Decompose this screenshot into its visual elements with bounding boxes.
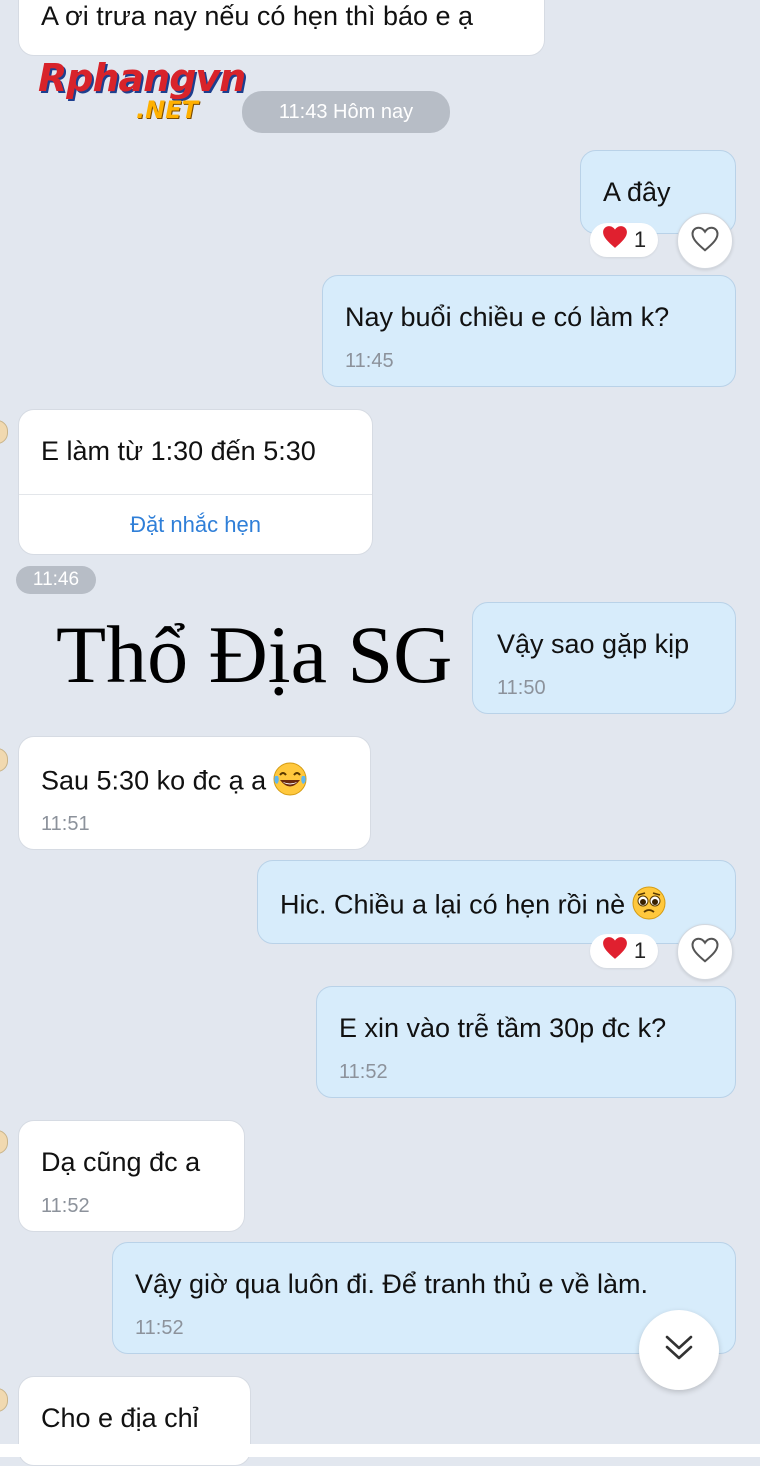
input-bar-edge [0,1444,760,1457]
message-text: Vậy giờ qua luôn đi. Để tranh thủ e về l… [135,1269,648,1299]
message-bubble-outgoing[interactable]: Nay buổi chiều e có làm k? 11:45 [322,275,736,387]
reaction-count: 1 [633,938,647,963]
like-button[interactable] [677,924,733,980]
avatar[interactable] [0,1388,8,1412]
like-button[interactable] [677,213,733,269]
message-text: Hic. Chiều a lại có hẹn rồi nè [280,885,667,928]
message-bubble-incoming[interactable]: Dạ cũng đc a 11:52 [18,1120,245,1232]
message-text: Sau 5:30 ko đc ạ a [41,761,308,804]
message-bubble-incoming[interactable]: Sau 5:30 ko đc ạ a 11:51 [18,736,371,850]
double-chevron-down-icon [663,1333,695,1368]
message-bubble-outgoing[interactable]: Hic. Chiều a lại có hẹn rồi nè [257,860,736,944]
reaction-count: 1 [633,227,647,252]
message-time: 11:50 [497,677,546,699]
heart-outline-icon [690,225,720,258]
message-bubble-outgoing[interactable]: Vậy sao gặp kịp 11:50 [472,602,736,714]
laughing-tears-emoji-icon [272,761,308,804]
message-text: Cho e địa chỉ [41,1403,199,1433]
message-text: A ơi trưa nay nếu có hẹn thì báo e ạ [41,1,474,31]
bubble-divider [19,494,372,495]
message-bubble-incoming[interactable]: E làm từ 1:30 đến 5:30 Đặt nhắc hẹn [18,409,373,555]
heart-outline-icon [690,936,720,969]
date-divider: 11:43 Hôm nay [242,91,450,133]
scroll-to-bottom-button[interactable] [639,1310,719,1390]
message-bubble-outgoing[interactable]: E xin vào trễ tầm 30p đc k? 11:52 [316,986,736,1098]
message-time: 11:51 [41,813,90,835]
message-time: 11:45 [345,350,394,372]
time-divider: 11:46 [16,566,96,594]
set-reminder-link[interactable]: Đặt nhắc hẹn [19,512,372,538]
pleading-face-emoji-icon [631,885,667,928]
message-text-content: Sau 5:30 ko đc ạ a [41,765,267,796]
heart-icon [602,936,628,966]
reaction-badge[interactable]: 1 [590,934,658,968]
avatar[interactable] [0,748,8,772]
message-text: A đây [603,177,671,207]
message-text: E làm từ 1:30 đến 5:30 [41,436,316,466]
message-text: Dạ cũng đc a [41,1147,201,1177]
message-text: E xin vào trễ tầm 30p đc k? [339,1013,667,1043]
watermark-logo: Rphangvn .NET [38,56,246,124]
message-text-content: Hic. Chiều a lại có hẹn rồi nè [280,889,626,920]
avatar[interactable] [0,1130,8,1154]
message-time: 11:52 [41,1195,90,1217]
watermark-logo-domain: .NET [136,96,198,124]
message-text: Nay buổi chiều e có làm k? [345,302,670,332]
message-text: Vậy sao gặp kịp [497,629,690,659]
message-time: 11:52 [339,1061,388,1083]
message-time: 11:52 [135,1317,184,1339]
reaction-badge[interactable]: 1 [590,223,658,257]
watermark-logo-text: Rphangvn [38,56,246,100]
avatar[interactable] [0,420,8,444]
message-bubble-incoming[interactable]: A ơi trưa nay nếu có hẹn thì báo e ạ [18,0,545,56]
heart-icon [602,225,628,255]
watermark-text: Thổ Địa SG [56,609,453,700]
